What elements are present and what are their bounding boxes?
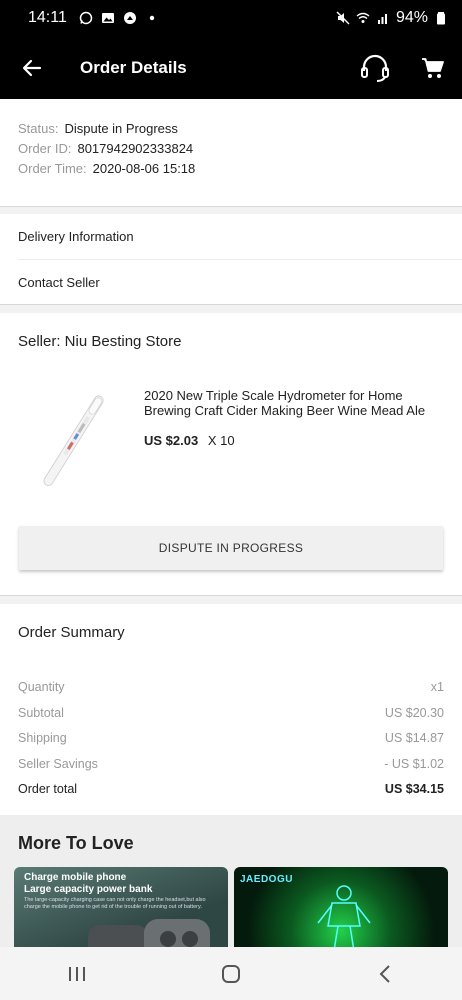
more-to-love-section: More To Love Charge mobile phone Large c… xyxy=(0,815,462,947)
power-bank-image xyxy=(88,919,210,947)
cart-icon xyxy=(422,57,444,78)
recent-apps-icon xyxy=(69,966,85,981)
summary-row-seller-savings: Seller Savings - US $1.02 xyxy=(18,757,444,771)
summary-row-quantity: Quantity x1 xyxy=(18,680,444,694)
order-id-row: Order ID: 8017942902333824 xyxy=(18,138,444,158)
unit-price: US $2.03 xyxy=(144,433,199,448)
summary-row-order-total: Order total US $34.15 xyxy=(18,782,444,796)
order-status-card: Status: Dispute in Progress Order ID: 80… xyxy=(0,99,462,206)
seller-card: Seller: Niu Besting Store 2020 New Tripl… xyxy=(0,313,462,595)
summary-label: Order total xyxy=(18,782,78,796)
recent-apps-button[interactable] xyxy=(37,947,117,1000)
app-bar: Order Details xyxy=(0,36,462,99)
status-row: Status: Dispute in Progress xyxy=(18,118,444,138)
system-nav-bar xyxy=(0,947,462,1000)
order-id-value[interactable]: 8017942902333824 xyxy=(77,141,193,156)
status-label: Status: xyxy=(18,120,59,136)
summary-label: Shipping xyxy=(18,731,67,745)
hydrometer-image xyxy=(43,395,104,486)
whatsapp-icon xyxy=(79,11,93,25)
divider xyxy=(0,304,462,305)
wifi-icon xyxy=(356,12,370,23)
summary-label: Seller Savings xyxy=(18,757,98,771)
summary-row-shipping: Shipping US $14.87 xyxy=(18,731,444,745)
battery-icon xyxy=(437,12,445,25)
delivery-information-link[interactable]: Delivery Information xyxy=(0,214,462,259)
divider xyxy=(0,206,462,207)
recommendation-card[interactable]: Charge mobile phone Large capacity power… xyxy=(14,867,228,947)
order-time-label: Order Time: xyxy=(18,160,87,176)
summary-label: Quantity xyxy=(18,680,65,694)
dispute-in-progress-button[interactable]: DISPUTE IN PROGRESS xyxy=(19,526,443,570)
summary-value: x1 xyxy=(430,680,444,694)
chevron-left-icon xyxy=(379,964,390,983)
mute-icon xyxy=(336,11,350,25)
contact-seller-link[interactable]: Contact Seller xyxy=(0,260,462,305)
status-value: Dispute in Progress xyxy=(64,120,178,136)
customer-service-button[interactable] xyxy=(346,36,404,99)
home-icon xyxy=(222,964,240,983)
signal-icon xyxy=(377,14,387,24)
summary-label: Subtotal xyxy=(18,706,64,720)
summary-value: US $20.30 xyxy=(384,706,444,720)
app-actions xyxy=(346,36,462,99)
status-right: 94% xyxy=(336,9,448,27)
order-summary-card: Order Summary Quantity x1 Subtotal US $2… xyxy=(0,604,462,815)
summary-row-subtotal: Subtotal US $20.30 xyxy=(18,706,444,720)
status-left: 14:11 xyxy=(28,9,159,27)
cart-button[interactable] xyxy=(404,36,462,99)
more-to-love-title: More To Love xyxy=(18,833,134,853)
summary-value: - US $1.02 xyxy=(384,757,444,771)
item-quantity: X 10 xyxy=(207,433,235,448)
order-summary-title: Order Summary xyxy=(18,624,125,641)
product-image[interactable] xyxy=(18,385,130,497)
links-card: Delivery Information Contact Seller xyxy=(0,214,462,304)
product-title[interactable]: 2020 New Triple Scale Hydrometer for Hom… xyxy=(144,388,444,418)
seller-name[interactable]: Seller: Niu Besting Store xyxy=(18,333,181,350)
arrow-left-icon xyxy=(22,59,42,76)
home-button[interactable] xyxy=(191,947,271,1000)
led-costume-image xyxy=(317,885,371,947)
status-time: 14:11 xyxy=(28,9,67,26)
summary-value: US $14.87 xyxy=(384,731,444,745)
order-time-row: Order Time: 2020-08-06 15:18 xyxy=(18,158,444,178)
page-title: Order Details xyxy=(80,57,187,77)
system-back-button[interactable] xyxy=(345,947,425,1000)
order-time-value: 2020-08-06 15:18 xyxy=(92,160,196,176)
more-notifications-dot-icon xyxy=(149,15,155,21)
recommendation-card[interactable]: JAEDOGU xyxy=(234,867,448,947)
gallery-icon xyxy=(101,13,114,23)
divider xyxy=(0,595,462,596)
summary-value: US $34.15 xyxy=(384,782,444,796)
app-notification-icon xyxy=(123,12,136,24)
battery-percent: 94% xyxy=(395,9,428,26)
status-bar: 14:11 94% xyxy=(0,0,462,36)
price-row: US $2.03 X 10 xyxy=(144,433,235,448)
order-id-label: Order ID: xyxy=(18,140,72,156)
recommendation-headline: Charge mobile phone xyxy=(24,872,127,883)
back-button[interactable] xyxy=(0,36,64,99)
headset-icon xyxy=(361,54,389,82)
brand-logo: JAEDOGU xyxy=(240,874,293,885)
recommendation-subheadline: Large capacity power bank xyxy=(24,884,153,895)
recommendation-description: The large-capacity charging case can not… xyxy=(24,897,206,910)
